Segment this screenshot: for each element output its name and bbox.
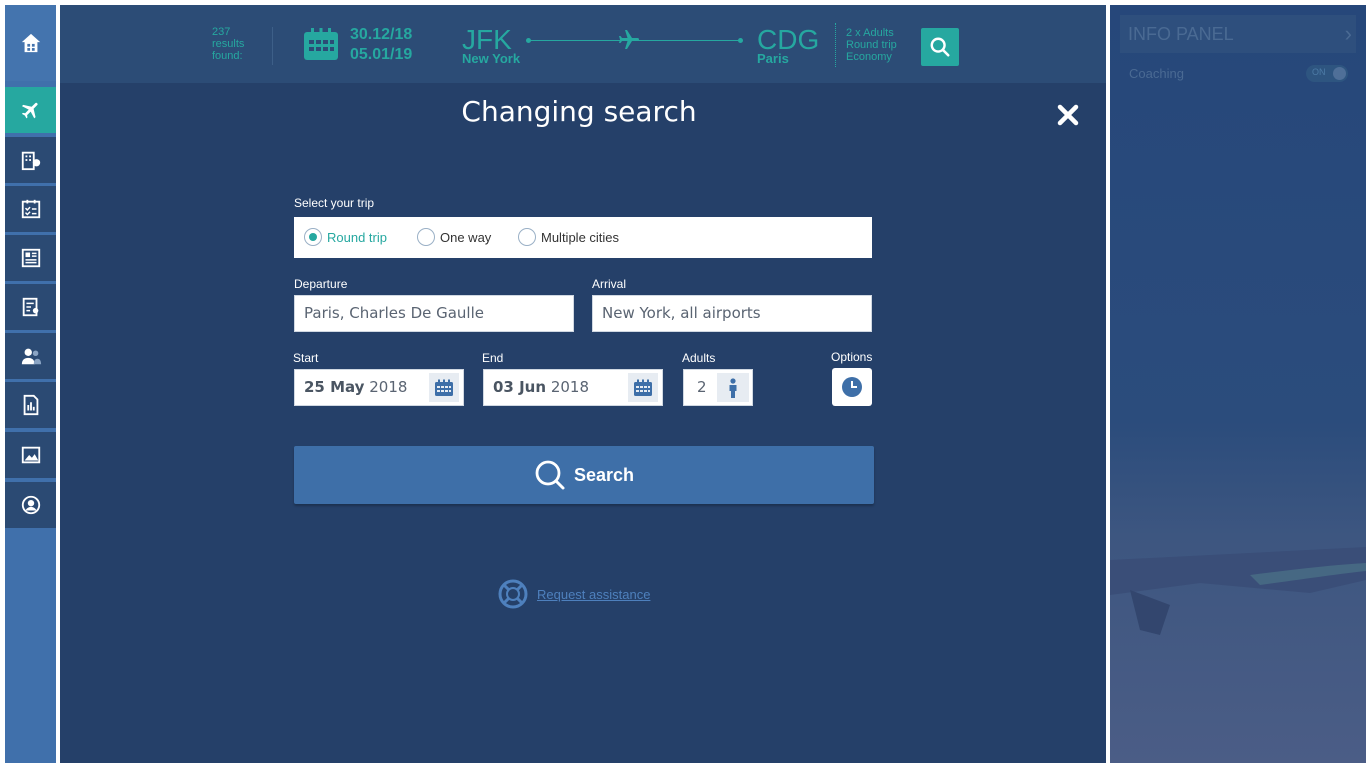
airplane-wing-image — [1110, 547, 1366, 635]
adults-value: 2 — [697, 378, 707, 396]
request-assistance-link[interactable]: Request assistance — [537, 587, 650, 602]
end-year: 2018 — [550, 378, 590, 396]
search-summary-bar: 237 results found: 30.12/18 05.01/19 JFK… — [60, 5, 1106, 83]
passenger-summary: 2 x Adults Round trip Economy — [846, 27, 897, 63]
departure-field[interactable]: Paris, Charles De Gaulle — [294, 295, 574, 332]
radio-label: Multiple cities — [541, 229, 620, 245]
close-icon[interactable] — [1056, 103, 1080, 127]
report-icon — [22, 297, 38, 317]
main-panel: 237 results found: 30.12/18 05.01/19 JFK… — [60, 5, 1106, 763]
search-button-label: Search — [573, 464, 635, 485]
profile-icon — [21, 495, 40, 515]
start-date-field[interactable]: 25 May 2018 — [294, 369, 464, 406]
lifebuoy-icon — [498, 579, 528, 609]
person-icon — [729, 377, 737, 398]
info-panel-title: INFO PANEL — [1128, 24, 1234, 44]
end-date-field[interactable]: 03 Jun 2018 — [483, 369, 663, 406]
trip-dates: 30.12/18 05.01/19 — [350, 26, 413, 63]
document-icon — [21, 248, 40, 268]
calendar-icon — [634, 379, 652, 396]
destination-code: CDG — [757, 24, 820, 55]
trip-type-selector: Round trip One way Multiple cities — [294, 217, 872, 258]
sidebar-item-profile[interactable] — [5, 482, 56, 528]
chevron-right-icon: › — [1344, 21, 1352, 46]
start-day: 25 May — [304, 378, 365, 396]
sidebar-item-hotels[interactable] — [5, 137, 56, 183]
toggle-label: ON — [1312, 67, 1326, 77]
sidebar-item-flights[interactable] — [5, 87, 56, 133]
modal-title: Changing search — [461, 95, 697, 128]
info-panel-header[interactable]: INFO PANEL › — [1120, 15, 1356, 53]
start-label: Start — [293, 351, 319, 365]
calendar-icon — [435, 379, 453, 396]
trip-type-label: Select your trip — [294, 196, 375, 210]
destination-city: Paris — [757, 51, 789, 66]
end-label: End — [482, 351, 504, 365]
radio-label: Round trip — [327, 229, 387, 245]
adults-field[interactable]: 2 — [683, 369, 753, 406]
sidebar-item-users[interactable] — [5, 333, 56, 379]
coaching-label: Coaching — [1129, 66, 1184, 81]
adults-label: Adults — [682, 351, 716, 365]
stats-icon — [23, 394, 38, 416]
sidebar-item-checklist[interactable] — [5, 186, 56, 232]
sidebar-item-home[interactable] — [5, 5, 56, 81]
sidebar-nav — [5, 5, 56, 763]
home-icon — [21, 33, 40, 53]
radio-round-trip[interactable]: Round trip — [304, 228, 387, 246]
checklist-icon — [21, 199, 40, 219]
options-button[interactable] — [832, 368, 872, 406]
request-assistance[interactable]: Request assistance — [497, 578, 650, 610]
radio-empty-icon — [518, 228, 536, 246]
origin-city: New York — [462, 51, 521, 66]
picture-icon — [21, 446, 40, 464]
end-day: 03 Jun — [493, 378, 547, 396]
search-icon — [930, 37, 950, 57]
plane-icon — [619, 30, 639, 49]
start-calendar-button[interactable] — [429, 373, 459, 402]
sidebar-item-documents[interactable] — [5, 235, 56, 281]
route-start-dot — [526, 38, 531, 43]
adults-picker-button[interactable] — [717, 373, 749, 402]
sidebar-item-reports[interactable] — [5, 284, 56, 330]
search-button[interactable]: Search — [294, 446, 874, 504]
calendar-icon — [304, 28, 338, 60]
departure-label: Departure — [294, 277, 348, 291]
origin-code: JFK — [462, 24, 512, 55]
coaching-toggle[interactable]: ON — [1306, 65, 1348, 82]
divider — [835, 23, 836, 67]
options-label: Options — [831, 350, 873, 364]
edit-search-button[interactable] — [921, 28, 959, 66]
radio-label: One way — [440, 229, 492, 245]
divider — [272, 27, 273, 65]
sidebar-item-stats[interactable] — [5, 382, 56, 428]
users-icon — [21, 348, 41, 365]
flight-icon — [21, 102, 38, 119]
results-count: 237 results found: — [212, 26, 245, 62]
search-icon — [535, 460, 565, 490]
radio-multiple-cities[interactable]: Multiple cities — [518, 228, 619, 246]
arrival-field[interactable]: New York, all airports — [592, 295, 872, 332]
radio-empty-icon — [417, 228, 435, 246]
end-calendar-button[interactable] — [628, 373, 658, 402]
hotel-icon — [21, 151, 40, 171]
info-panel: INFO PANEL › Coaching ON — [1110, 5, 1366, 763]
route-end-dot — [738, 38, 743, 43]
toggle-knob — [1333, 67, 1346, 80]
radio-selected-icon — [304, 228, 322, 246]
radio-one-way[interactable]: One way — [417, 228, 491, 246]
arrival-label: Arrival — [592, 277, 627, 291]
sidebar-item-pictures[interactable] — [5, 432, 56, 478]
clock-icon — [842, 377, 862, 397]
start-year: 2018 — [369, 378, 408, 396]
